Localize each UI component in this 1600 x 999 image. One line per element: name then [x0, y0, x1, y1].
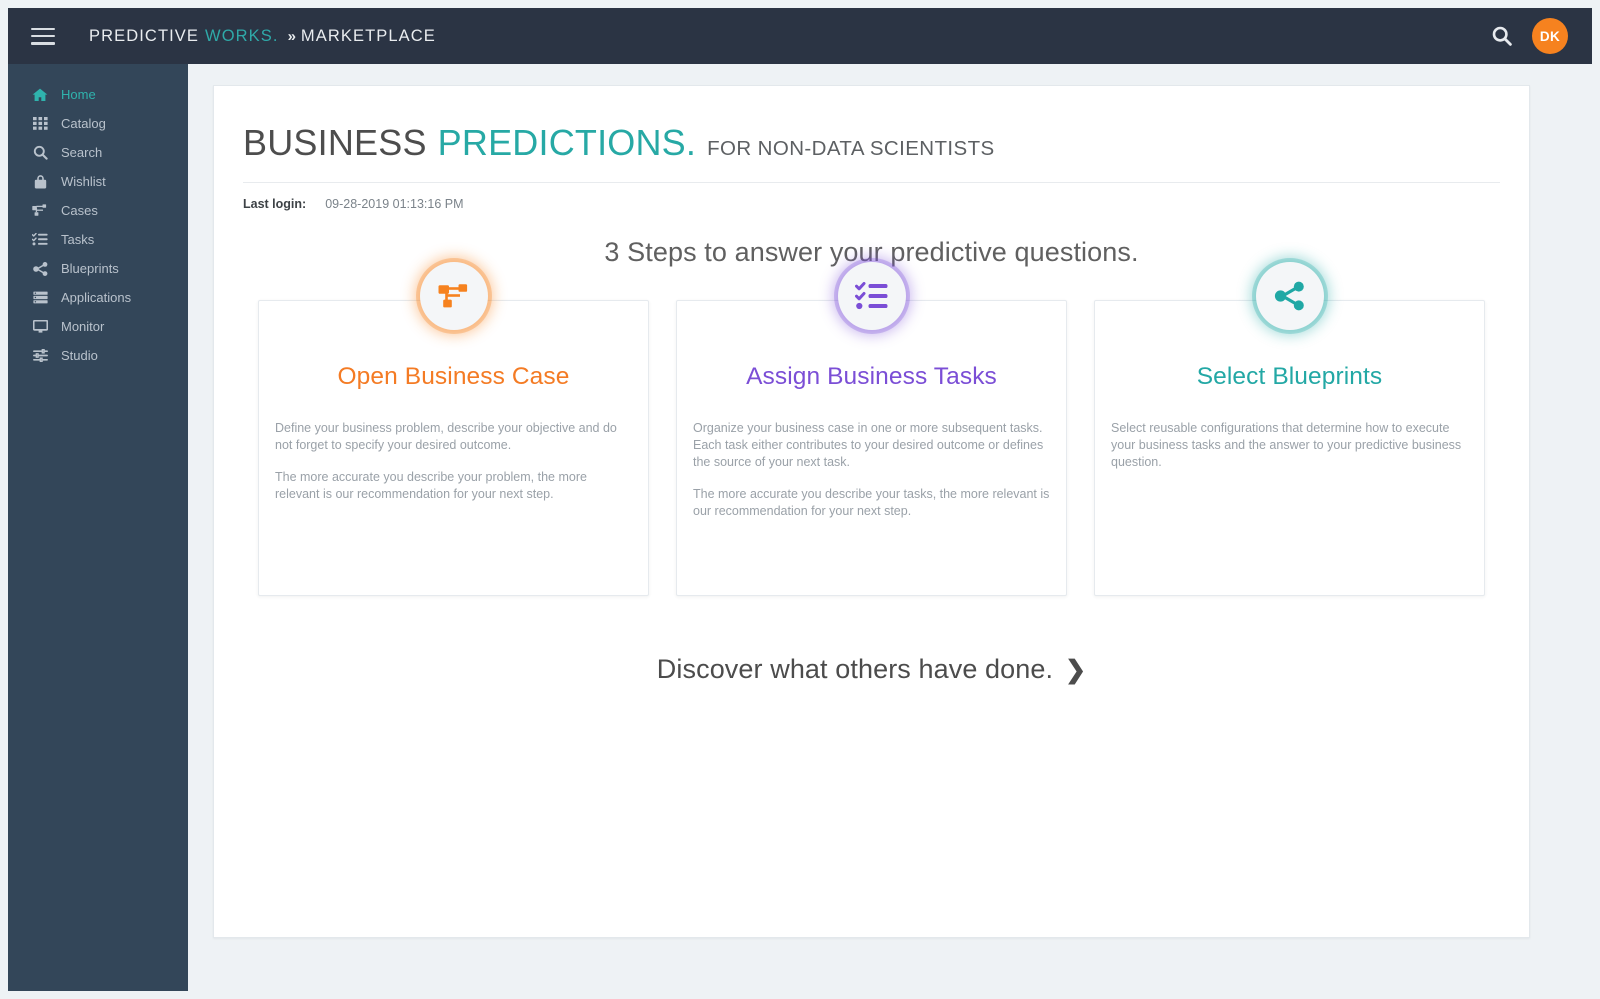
sitemap-icon: [419, 262, 488, 330]
sliders-icon: [30, 348, 50, 364]
hamburger-menu-icon[interactable]: [31, 27, 55, 45]
tasklist-icon: [30, 232, 50, 248]
bag-icon: [30, 174, 50, 190]
sidebar-item-label: Home: [61, 87, 96, 102]
card-open-business-case[interactable]: Open Business Case Define your business …: [258, 262, 649, 596]
discover-label: Discover what others have done.: [656, 654, 1054, 684]
sidebar-item-cases[interactable]: Cases: [8, 196, 188, 225]
sidebar-item-label: Catalog: [61, 116, 106, 131]
sidebar-item-studio[interactable]: Studio: [8, 341, 188, 370]
last-login-label: Last login:: [243, 197, 307, 211]
sidebar-item-catalog[interactable]: Catalog: [8, 109, 188, 138]
page-title: BUSINESS PREDICTIONS. FOR NON-DATA SCIEN…: [243, 122, 1529, 164]
brand-name-part2: WORKS.: [205, 26, 279, 45]
sidebar-item-label: Tasks: [61, 232, 95, 247]
sidebar-item-home[interactable]: Home: [8, 80, 188, 109]
card-paragraph: Organize your business case in one or mo…: [693, 421, 1044, 469]
sidebar-item-label: Wishlist: [61, 174, 106, 189]
card-assign-business-tasks[interactable]: Assign Business Tasks Organize your busi…: [676, 262, 1067, 596]
sidebar-item-label: Cases: [61, 203, 98, 218]
card-paragraph: The more accurate you describe your prob…: [275, 470, 587, 501]
page-title-part1: BUSINESS: [243, 122, 427, 163]
search-icon: [30, 145, 50, 161]
last-login-row: Last login: 09-28-2019 01:13:16 PM: [243, 197, 1529, 211]
sidebar-item-applications[interactable]: Applications: [8, 283, 188, 312]
grid-icon: [30, 116, 50, 132]
server-icon: [30, 290, 50, 306]
card-body: Define your business problem, describe y…: [275, 420, 632, 503]
sidebar-item-label: Blueprints: [61, 261, 119, 276]
main-panel: BUSINESS PREDICTIONS. FOR NON-DATA SCIEN…: [213, 85, 1530, 938]
card-body: Select reusable configurations that dete…: [1111, 420, 1468, 471]
breadcrumb-section-label: MARKETPLACE: [300, 26, 436, 45]
sidebar-item-wishlist[interactable]: Wishlist: [8, 167, 188, 196]
share-nodes-icon: [30, 261, 50, 277]
app-root: PREDICTIVE WORKS. » MARKETPLACE DK Home: [0, 0, 1600, 999]
title-divider: [243, 182, 1500, 183]
sitemap-icon: [30, 203, 50, 219]
card-select-blueprints[interactable]: Select Blueprints Select reusable config…: [1094, 262, 1485, 596]
last-login-value: 09-28-2019 01:13:16 PM: [325, 197, 464, 211]
sidebar-item-tasks[interactable]: Tasks: [8, 225, 188, 254]
breadcrumb: PREDICTIVE WORKS. » MARKETPLACE: [89, 27, 436, 46]
card-body: Organize your business case in one or mo…: [693, 420, 1050, 520]
card-title: Open Business Case: [337, 363, 570, 390]
monitor-icon: [30, 319, 50, 335]
home-icon: [30, 87, 50, 103]
card-paragraph: The more accurate you describe your task…: [693, 487, 1050, 518]
search-icon[interactable]: [1488, 22, 1516, 50]
sidebar-item-label: Search: [61, 145, 103, 160]
top-navigation-bar: PREDICTIVE WORKS. » MARKETPLACE DK: [8, 8, 1592, 64]
sidebar-item-monitor[interactable]: Monitor: [8, 312, 188, 341]
sidebar-item-search[interactable]: Search: [8, 138, 188, 167]
card-title: Assign Business Tasks: [746, 363, 997, 390]
sidebar-item-blueprints[interactable]: Blueprints: [8, 254, 188, 283]
top-bar-actions: DK: [1488, 18, 1568, 54]
card-title: Select Blueprints: [1196, 363, 1383, 390]
breadcrumb-separator-icon: »: [287, 27, 296, 45]
steps-card-group: Open Business Case Define your business …: [214, 262, 1529, 596]
right-gutter: [1584, 64, 1592, 991]
sidebar-item-label: Monitor: [61, 319, 105, 334]
card-paragraph: Select reusable configurations that dete…: [1111, 421, 1462, 469]
share-nodes-icon: [1255, 262, 1324, 330]
sidebar-item-label: Studio: [61, 348, 98, 363]
sidebar: Home Catalog Search Wishlist Cases Tasks…: [8, 64, 188, 991]
card-paragraph: Define your business problem, describe y…: [275, 421, 617, 452]
brand-name-part1: PREDICTIVE: [89, 26, 200, 45]
discover-link[interactable]: Discover what others have done. ❯: [214, 654, 1529, 685]
page-subtitle: FOR NON-DATA SCIENTISTS: [707, 137, 995, 160]
sidebar-item-label: Applications: [61, 290, 132, 305]
tasklist-icon: [837, 262, 906, 330]
avatar[interactable]: DK: [1532, 18, 1568, 54]
chevron-right-icon: ❯: [1065, 656, 1087, 684]
page-title-part2: PREDICTIONS.: [437, 122, 697, 163]
